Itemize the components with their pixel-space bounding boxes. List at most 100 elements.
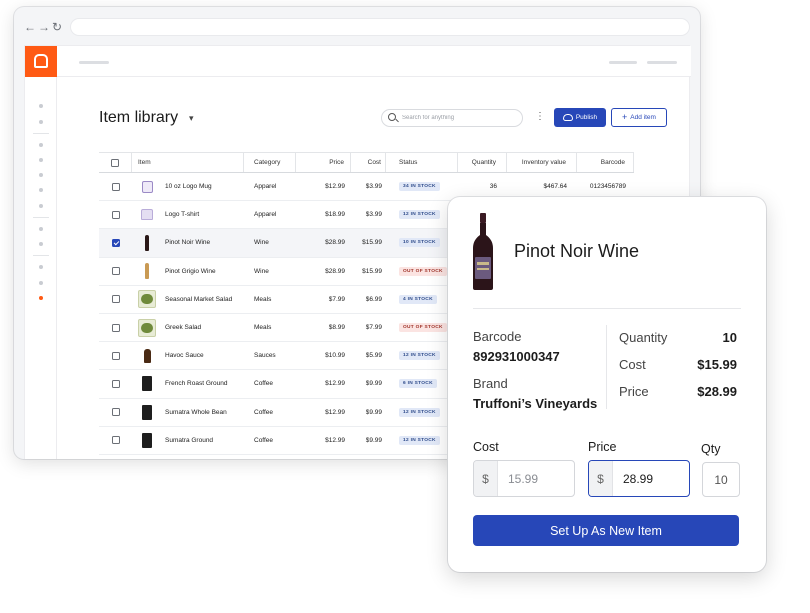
- cost-field: $: [473, 460, 575, 497]
- select-all-checkbox[interactable]: [111, 158, 119, 167]
- sidebar-item[interactable]: [39, 204, 43, 208]
- row-checkbox[interactable]: [111, 238, 120, 247]
- sidebar-item[interactable]: [39, 104, 43, 108]
- status-badge: OUT OF STOCK: [399, 323, 447, 333]
- sidebar-item-active[interactable]: [39, 296, 43, 300]
- column-header-cost[interactable]: Cost: [351, 153, 386, 172]
- address-bar[interactable]: [70, 18, 690, 36]
- column-header-price[interactable]: Price: [296, 153, 351, 172]
- item-cell: Seasonal Market Salad: [132, 286, 244, 313]
- brand-label: Brand: [473, 376, 508, 391]
- category-cell: Meals: [254, 324, 272, 332]
- cost-cell: $6.99: [365, 295, 382, 303]
- forward-icon[interactable]: →: [38, 21, 50, 33]
- sidebar-item[interactable]: [39, 120, 43, 124]
- sidebar-divider: [33, 133, 49, 134]
- back-icon[interactable]: ←: [24, 21, 36, 33]
- row-checkbox[interactable]: [111, 295, 120, 304]
- item-name[interactable]: Pinot Noir Wine: [165, 239, 210, 246]
- topbar-placeholder: [609, 61, 637, 64]
- qty-input[interactable]: [703, 463, 739, 496]
- category-cell: Coffee: [254, 380, 274, 388]
- sidebar-item[interactable]: [39, 265, 43, 269]
- select-all-cell: [99, 153, 132, 172]
- item-name[interactable]: Seasonal Market Salad: [165, 296, 232, 303]
- row-select-cell: [99, 427, 132, 454]
- topbar-placeholder: [79, 61, 109, 64]
- sidebar-item[interactable]: [39, 188, 43, 192]
- sidebar-item[interactable]: [39, 281, 43, 285]
- sidebar-item[interactable]: [39, 158, 43, 162]
- category-cell: Coffee: [254, 408, 274, 416]
- cost-cell: $3.99: [365, 183, 382, 191]
- column-header-category[interactable]: Category: [244, 153, 296, 172]
- publish-button[interactable]: Publish: [554, 108, 606, 127]
- category-cell: Apparel: [254, 211, 277, 219]
- item-name[interactable]: French Roast Ground: [165, 380, 228, 387]
- column-header-barcode[interactable]: Barcode: [577, 153, 634, 172]
- sidebar-item[interactable]: [39, 227, 43, 231]
- item-cell: Sumatra Ground: [132, 427, 244, 454]
- item-name[interactable]: Havoc Sauce: [165, 352, 204, 359]
- item-name[interactable]: Sumatra Whole Bean: [165, 409, 227, 416]
- chevron-down-icon[interactable]: ▾: [189, 113, 194, 124]
- item-cell: Pinot Noir Wine: [132, 229, 244, 256]
- row-select-cell: [99, 229, 132, 256]
- item-name[interactable]: Greek Salad: [165, 324, 201, 331]
- row-select-cell: [99, 201, 132, 228]
- category-cell: Sauces: [254, 352, 276, 360]
- cost-field-label: Cost: [473, 440, 499, 454]
- item-thumbnail: [138, 318, 156, 337]
- price-cell: $28.99: [325, 239, 345, 247]
- price-field-label: Price: [588, 440, 617, 454]
- column-header-status[interactable]: Status: [386, 153, 458, 172]
- item-cell: French Roast Ground: [132, 370, 244, 397]
- row-checkbox[interactable]: [111, 267, 120, 276]
- column-header-item[interactable]: Item: [132, 153, 244, 172]
- row-checkbox[interactable]: [111, 351, 120, 360]
- cost-cell: $9.99: [365, 408, 382, 416]
- item-cell: Sumatra Whole Bean: [132, 399, 244, 426]
- search-input[interactable]: [402, 112, 518, 124]
- cost-value: $15.99: [697, 357, 737, 372]
- row-checkbox[interactable]: [111, 436, 120, 445]
- row-checkbox[interactable]: [111, 182, 120, 191]
- item-thumbnail: [138, 375, 156, 393]
- search-box[interactable]: [381, 109, 523, 127]
- page-title: Item library: [99, 109, 179, 126]
- row-checkbox[interactable]: [111, 323, 120, 332]
- status-cell: 34 IN STOCK: [386, 173, 458, 200]
- item-thumbnail: [138, 234, 156, 252]
- item-name[interactable]: Sumatra Ground: [165, 437, 213, 444]
- status-badge: 34 IN STOCK: [399, 182, 440, 192]
- item-thumbnail: [138, 290, 156, 309]
- category-cell: Meals: [254, 295, 272, 303]
- price-label: Price: [619, 384, 649, 399]
- row-checkbox[interactable]: [111, 408, 120, 417]
- price-input[interactable]: [613, 461, 689, 496]
- column-header-quantity[interactable]: Quantity: [458, 153, 507, 172]
- status-badge: 10 IN STOCK: [399, 238, 440, 248]
- item-name[interactable]: Pinot Grigio Wine: [165, 268, 216, 275]
- set-up-new-item-button[interactable]: Set Up As New Item: [473, 515, 739, 546]
- cost-cell: $9.99: [365, 436, 382, 444]
- sidebar-item[interactable]: [39, 143, 43, 147]
- reload-icon[interactable]: ↻: [52, 21, 62, 33]
- app-logo[interactable]: [25, 46, 57, 77]
- cost-input[interactable]: [498, 461, 574, 496]
- sidebar-item[interactable]: [39, 173, 43, 177]
- row-checkbox[interactable]: [111, 210, 120, 219]
- row-checkbox[interactable]: [111, 379, 120, 388]
- add-item-button[interactable]: + Add item: [611, 108, 667, 127]
- category-cell: Wine: [254, 267, 269, 275]
- item-name[interactable]: Logo T-shirt: [165, 211, 199, 218]
- item-name[interactable]: 10 oz Logo Mug: [165, 183, 212, 190]
- plus-icon: +: [622, 112, 628, 122]
- item-thumbnail: [138, 431, 156, 449]
- more-vertical-icon[interactable]: ⋮: [535, 110, 545, 124]
- price-cell: $28.99: [325, 267, 345, 275]
- column-header-inventory-value[interactable]: Inventory value: [507, 153, 577, 172]
- sidebar-item[interactable]: [39, 242, 43, 246]
- cloud-upload-icon: [562, 114, 573, 121]
- item-detail-card: Pinot Noir Wine Barcode 892931000347 Bra…: [448, 197, 766, 572]
